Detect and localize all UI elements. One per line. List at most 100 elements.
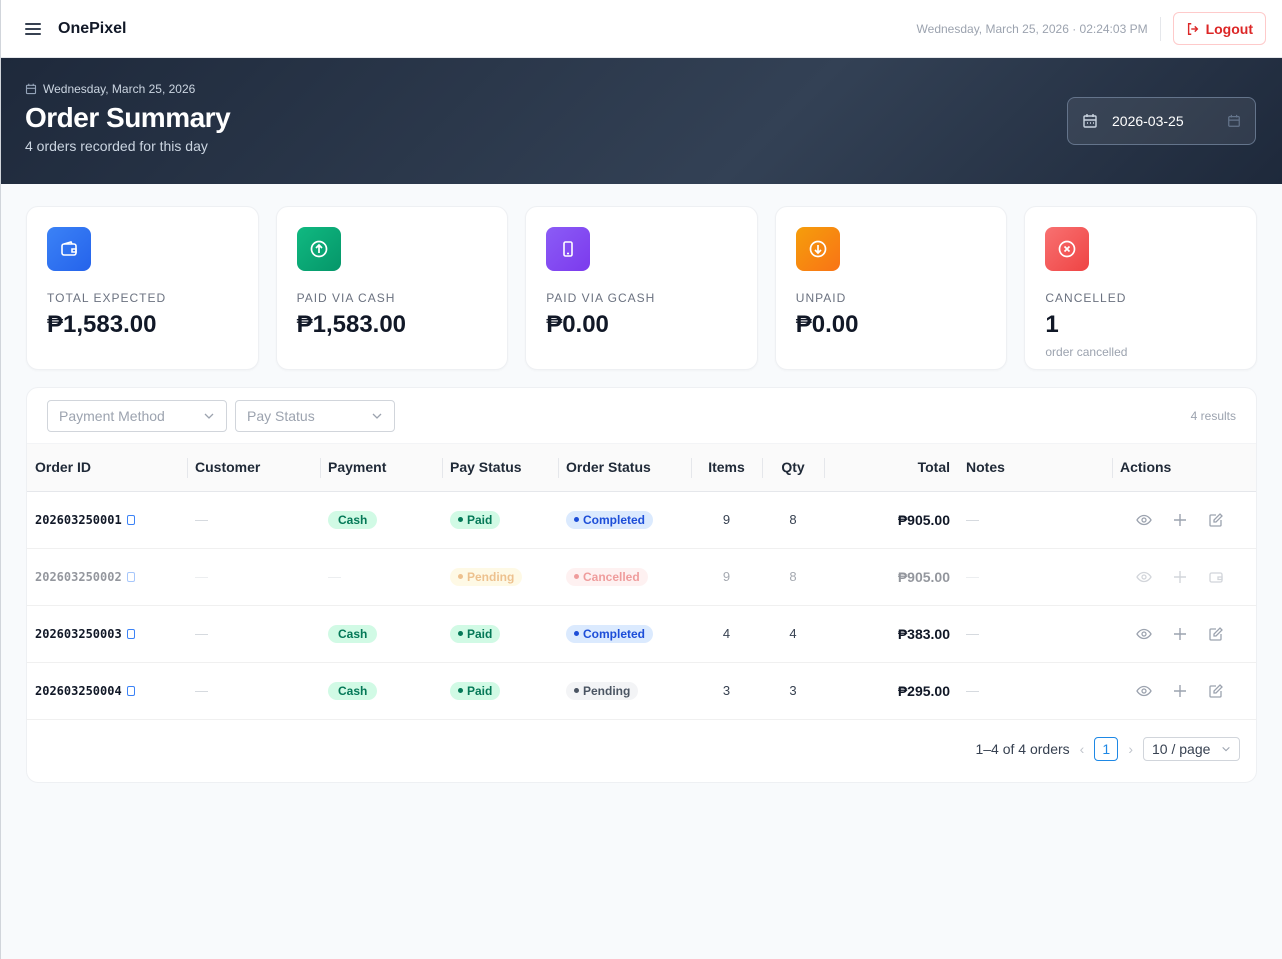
copy-icon[interactable] <box>126 629 135 639</box>
logout-label: Logout <box>1205 20 1253 37</box>
view-icon[interactable] <box>1136 626 1152 642</box>
notes-cell: — <box>966 512 979 527</box>
page-size-value: 10 / page <box>1152 740 1211 757</box>
order-status-badge: Cancelled <box>566 567 648 586</box>
items-cell: 9 <box>691 491 762 549</box>
view-icon[interactable] <box>1136 569 1152 585</box>
table-row: 202603250001 — Cash Paid Completed 9 8 ₱… <box>27 491 1256 549</box>
qty-cell: 8 <box>762 491 824 549</box>
arrow-down-circle-icon <box>795 227 840 271</box>
customer-cell: — <box>195 683 208 698</box>
customer-cell: — <box>195 626 208 641</box>
add-icon[interactable] <box>1172 683 1188 699</box>
pay-status-select[interactable]: Pay Status <box>235 399 395 432</box>
col-pay-status: Pay Status <box>442 444 558 492</box>
pagination-range: 1–4 of 4 orders <box>975 740 1070 757</box>
clock-display: Wednesday, March 25, 2026 · 02:24:03 PM <box>917 16 1161 41</box>
view-icon[interactable] <box>1136 683 1152 699</box>
order-status-badge: Completed <box>566 624 654 643</box>
date-picker[interactable]: 2026-03-25 <box>1067 97 1256 145</box>
col-notes: Notes <box>958 444 1112 492</box>
pay-status-badge: Paid <box>450 681 501 700</box>
qty-cell: 4 <box>762 605 824 663</box>
edit-icon[interactable] <box>1208 683 1224 699</box>
top-bar: OnePixel Wednesday, March 25, 2026 · 02:… <box>1 0 1282 58</box>
stat-value: ₱1,583.00 <box>296 311 407 338</box>
next-page-icon[interactable]: › <box>1128 741 1133 757</box>
payment-method-select[interactable]: Payment Method <box>47 399 227 432</box>
payment-method-placeholder: Payment Method <box>59 407 165 424</box>
calendar-icon <box>1083 114 1097 128</box>
filter-bar: Payment Method Pay Status 4 results <box>27 388 1256 444</box>
prev-page-icon[interactable]: ‹ <box>1080 741 1085 757</box>
orders-table: Order ID Customer Payment Pay Status Ord… <box>27 444 1256 720</box>
order-id: 202603250001 <box>35 513 122 527</box>
stat-label: PAID VIA GCASH <box>546 291 656 305</box>
table-row: 202603250004 — Cash Paid Pending 3 3 ₱29… <box>27 662 1256 720</box>
stat-label: TOTAL EXPECTED <box>47 291 167 305</box>
total-cell: ₱905.00 <box>897 568 950 585</box>
add-icon[interactable] <box>1172 626 1188 642</box>
brand-name: OnePixel <box>58 19 127 37</box>
col-items: Items <box>691 444 762 492</box>
add-icon[interactable] <box>1172 569 1188 585</box>
copy-icon[interactable] <box>126 515 135 525</box>
total-cell: ₱905.00 <box>897 511 950 528</box>
view-icon[interactable] <box>1136 512 1152 528</box>
stat-label: UNPAID <box>795 291 847 305</box>
edit-icon[interactable] <box>1208 626 1224 642</box>
pagination: 1–4 of 4 orders ‹ 1 › 10 / page <box>27 720 1256 778</box>
stat-value: 1 <box>1045 311 1059 338</box>
notes-cell: — <box>966 569 979 584</box>
mobile-icon <box>546 227 591 271</box>
customer-cell: — <box>195 512 208 527</box>
payment-tag: Cash <box>328 624 378 643</box>
stat-card-total-expected: TOTAL EXPECTED ₱1,583.00 <box>26 206 259 370</box>
qty-cell: 8 <box>762 548 824 606</box>
order-status-badge: Completed <box>566 510 654 529</box>
stat-card-unpaid: UNPAID ₱0.00 <box>774 206 1008 370</box>
hero-date-text: Wednesday, March 25, 2026 <box>43 82 196 96</box>
wallet-action-icon[interactable] <box>1208 569 1224 585</box>
logout-button[interactable]: Logout <box>1172 12 1266 45</box>
copy-icon[interactable] <box>126 572 135 582</box>
pay-status-badge: Pending <box>450 567 523 586</box>
results-count: 4 results <box>1190 408 1236 423</box>
table-row: 202603250002 — — Pending Cancelled 9 8 ₱… <box>27 548 1256 606</box>
pay-status-badge: Paid <box>450 510 501 529</box>
stat-card-paid-via-gcash: PAID VIA GCASH ₱0.00 <box>525 206 758 370</box>
payment-cell: — <box>328 569 341 584</box>
page-number-button[interactable]: 1 <box>1094 736 1119 761</box>
stat-label: PAID VIA CASH <box>296 291 396 305</box>
stat-label: CANCELLED <box>1045 291 1127 305</box>
items-cell: 9 <box>691 548 762 606</box>
notes-cell: — <box>966 626 979 641</box>
stat-card-cancelled: CANCELLED 1 order cancelled <box>1024 206 1257 370</box>
table-header-row: Order ID Customer Payment Pay Status Ord… <box>27 444 1256 492</box>
calendar-icon <box>25 83 37 95</box>
payment-tag: Cash <box>328 681 378 700</box>
add-icon[interactable] <box>1172 512 1188 528</box>
order-status-badge: Pending <box>566 681 639 700</box>
stat-value: ₱0.00 <box>795 311 859 338</box>
edit-icon[interactable] <box>1208 512 1224 528</box>
calendar-small-icon <box>1228 114 1240 127</box>
chevron-down-icon <box>204 413 214 419</box>
payment-tag: Cash <box>328 510 378 529</box>
chevron-down-icon <box>372 413 382 419</box>
page-size-select[interactable]: 10 / page <box>1143 736 1240 761</box>
items-cell: 3 <box>691 662 762 720</box>
col-total: Total <box>824 444 958 492</box>
col-qty: Qty <box>762 444 824 492</box>
logout-icon <box>1187 22 1198 35</box>
col-payment: Payment <box>320 444 442 492</box>
hamburger-menu-icon[interactable] <box>25 22 41 35</box>
stat-card-paid-via-cash: PAID VIA CASH ₱1,583.00 <box>275 206 509 370</box>
order-id: 202603250004 <box>35 684 122 698</box>
copy-icon[interactable] <box>126 686 135 696</box>
items-cell: 4 <box>691 605 762 663</box>
orders-panel: Payment Method Pay Status 4 results Orde… <box>26 387 1257 783</box>
wallet-icon <box>47 227 91 271</box>
close-circle-icon <box>1045 227 1090 271</box>
order-id: 202603250003 <box>35 627 122 641</box>
